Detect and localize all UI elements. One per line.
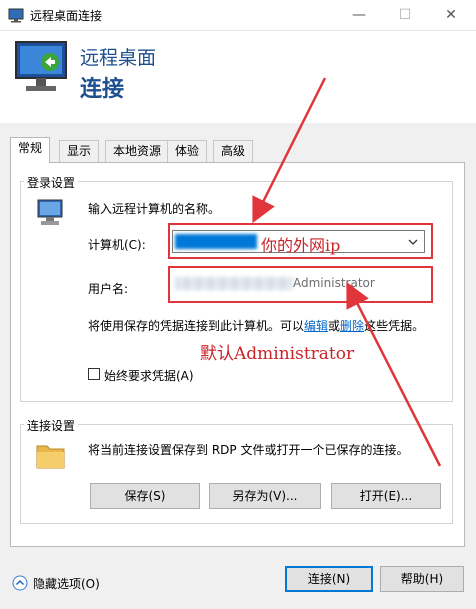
tab-general[interactable]: 常规 [10, 137, 51, 163]
annotation-arrows [252, 77, 442, 467]
arrow-to-computer [252, 77, 327, 224]
arrow-to-username [346, 281, 442, 467]
